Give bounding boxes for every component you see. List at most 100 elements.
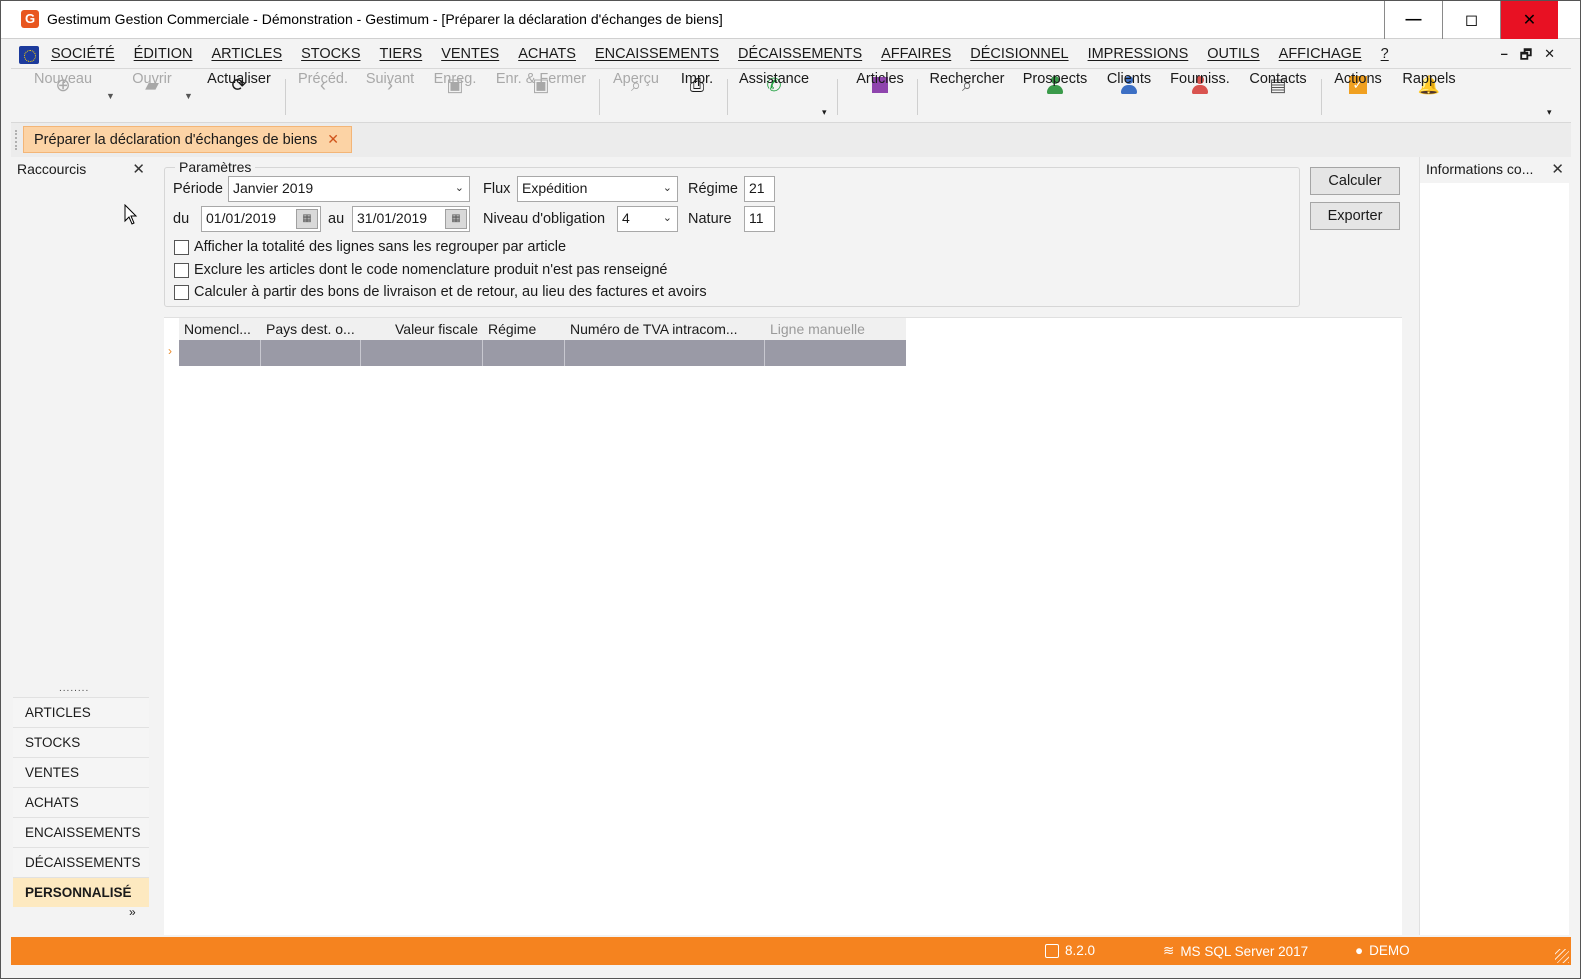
calculer-bons-checkbox[interactable]: [174, 285, 189, 300]
menu-bar: SOCIÉTÉ ÉDITION ARTICLES STOCKS TIERS VE…: [11, 41, 1571, 69]
eu-flag-icon[interactable]: [19, 46, 39, 64]
database-icon: ≋: [1163, 943, 1175, 958]
calendar-icon[interactable]: ▦: [296, 209, 318, 229]
prospects-button[interactable]: Prospects: [1022, 71, 1088, 123]
menu-affichage[interactable]: AFFICHAGE: [1279, 46, 1362, 62]
window-title: Gestimum Gestion Commerciale - Démonstra…: [47, 11, 723, 27]
niveau-obligation-select[interactable]: 4 ⌄: [617, 206, 678, 232]
menu-edition[interactable]: ÉDITION: [134, 46, 193, 62]
nouveau-button[interactable]: ⊕ Nouveau: [31, 71, 95, 123]
results-grid: Nomencl... Pays dest. o... Valeur fiscal…: [164, 317, 1402, 935]
clients-button[interactable]: Clients: [1105, 71, 1153, 123]
menu-tiers[interactable]: TIERS: [379, 46, 422, 62]
nav-item-ventes[interactable]: VENTES: [13, 757, 149, 787]
menu-stocks[interactable]: STOCKS: [301, 46, 360, 62]
imprimer-button[interactable]: ⎙ Impr.: [677, 71, 717, 123]
nouveau-dropdown-icon[interactable]: ▼: [106, 91, 115, 101]
column-header-valeur-fiscale[interactable]: Valeur fiscale: [361, 318, 483, 340]
date-fin-input[interactable]: 31/01/2019 ▦: [352, 206, 470, 232]
menu-help[interactable]: ?: [1381, 46, 1389, 62]
nav-item-achats[interactable]: ACHATS: [13, 787, 149, 817]
toolbar-overflow-icon[interactable]: ▾: [822, 107, 827, 118]
column-header-tva[interactable]: Numéro de TVA intracom...: [565, 318, 765, 340]
user-icon: ●: [1355, 943, 1364, 958]
toolbar-separator: [1321, 79, 1322, 115]
grid-cell[interactable]: [261, 340, 361, 366]
calculer-button[interactable]: Calculer: [1310, 167, 1400, 195]
column-header-ligne-manuelle[interactable]: Ligne manuelle: [765, 318, 906, 340]
table-row[interactable]: [179, 340, 906, 366]
column-header-pays[interactable]: Pays dest. o...: [261, 318, 361, 340]
fournisseurs-button[interactable]: Fourniss.: [1169, 71, 1231, 123]
menu-affaires[interactable]: AFFAIRES: [881, 46, 951, 62]
rechercher-button[interactable]: ⌕ Rechercher: [929, 71, 1005, 123]
flux-value: Expédition: [522, 180, 588, 196]
tab-close-icon[interactable]: ✕: [327, 131, 339, 148]
info-panel-close-icon[interactable]: ✕: [1551, 160, 1564, 178]
menu-outils[interactable]: OUTILS: [1207, 46, 1259, 62]
panel-splitter[interactable]: ........: [59, 683, 89, 694]
menu-decisionnel[interactable]: DÉCISIONNEL: [970, 46, 1068, 62]
grid-cell[interactable]: [765, 340, 906, 366]
menu-encaissements[interactable]: ENCAISSEMENTS: [595, 46, 719, 62]
nav-item-encaissements[interactable]: ENCAISSEMENTS: [13, 817, 149, 847]
enregistrer-fermer-button[interactable]: ▣ Enr. & Fermer: [495, 71, 587, 123]
tab-declaration-echanges[interactable]: Préparer la déclaration d'échanges de bi…: [23, 126, 353, 153]
nature-label: Nature: [688, 211, 732, 227]
toolbar-overflow-right-icon[interactable]: ▾: [1547, 107, 1552, 118]
flux-select[interactable]: Expédition ⌄: [517, 176, 678, 202]
grid-cell[interactable]: [361, 340, 483, 366]
precedent-button[interactable]: ‹ Précéd.: [297, 71, 349, 123]
menu-impressions[interactable]: IMPRESSIONS: [1088, 46, 1189, 62]
maximize-button[interactable]: ◻: [1442, 1, 1500, 39]
nav-more-icon[interactable]: »: [129, 905, 136, 919]
server-status: ≋ MS SQL Server 2017: [1163, 943, 1308, 959]
actions-button[interactable]: ✓ Actions: [1331, 71, 1385, 123]
menu-decaissements[interactable]: DÉCAISSEMENTS: [738, 46, 862, 62]
mdi-close-button[interactable]: ✕: [1544, 46, 1555, 68]
enregistrer-button[interactable]: ▣ Enreg.: [433, 71, 477, 123]
shortcuts-close-icon[interactable]: ✕: [132, 160, 145, 178]
ouvrir-button[interactable]: ▰ Ouvrir: [127, 71, 177, 123]
articles-button[interactable]: Articles: [854, 71, 906, 123]
menu-societe[interactable]: SOCIÉTÉ: [51, 46, 115, 62]
nav-item-stocks[interactable]: STOCKS: [13, 727, 149, 757]
afficher-totalite-checkbox[interactable]: [174, 240, 189, 255]
user-text: DEMO: [1369, 943, 1410, 958]
parameters-group: Paramètres Période Janvier 2019 ⌄ du 01/…: [164, 159, 1300, 307]
menu-achats[interactable]: ACHATS: [518, 46, 576, 62]
calendar-icon[interactable]: ▦: [445, 209, 467, 229]
row-indicator-icon: ›: [168, 344, 172, 358]
column-header-nomenclature[interactable]: Nomencl...: [179, 318, 261, 340]
mdi-minimize-button[interactable]: –: [1501, 46, 1508, 68]
grid-cell[interactable]: [179, 340, 261, 366]
column-header-regime[interactable]: Régime: [483, 318, 565, 340]
regime-input[interactable]: 21: [744, 176, 775, 202]
app-window: G Gestimum Gestion Commerciale - Démonst…: [0, 0, 1581, 979]
nav-item-personnalise[interactable]: PERSONNALISÉ: [13, 877, 149, 907]
menu-ventes[interactable]: VENTES: [441, 46, 499, 62]
exporter-button[interactable]: Exporter: [1310, 202, 1400, 230]
apercu-button[interactable]: ⌕ Aperçu: [611, 71, 661, 123]
date-debut-input[interactable]: 01/01/2019 ▦: [201, 206, 321, 232]
actualiser-button[interactable]: ⟳ Actualiser: [207, 71, 271, 123]
resize-grip-icon[interactable]: [1555, 949, 1569, 963]
close-button[interactable]: ✕: [1500, 1, 1558, 39]
suivant-button[interactable]: › Suivant: [365, 71, 415, 123]
assistance-button[interactable]: ✆ Assistance: [737, 71, 811, 123]
nature-input[interactable]: 11: [744, 206, 775, 232]
mdi-restore-button[interactable]: 🗗: [1520, 46, 1532, 68]
nav-item-decaissements[interactable]: DÉCAISSEMENTS: [13, 847, 149, 877]
contacts-button[interactable]: ▤ Contacts: [1247, 71, 1309, 123]
menu-articles[interactable]: ARTICLES: [211, 46, 282, 62]
grid-cell[interactable]: [483, 340, 565, 366]
rappels-button[interactable]: 🔔 Rappels: [1401, 71, 1457, 123]
periode-select[interactable]: Janvier 2019 ⌄: [228, 176, 470, 202]
grid-cell[interactable]: [565, 340, 765, 366]
exclure-articles-checkbox[interactable]: [174, 263, 189, 278]
server-text: MS SQL Server 2017: [1180, 943, 1309, 959]
nav-item-articles[interactable]: ARTICLES: [13, 697, 149, 727]
ouvrir-dropdown-icon[interactable]: ▼: [184, 91, 193, 101]
minimize-button[interactable]: —: [1384, 1, 1442, 39]
calculer-bons-label: Calculer à partir des bons de livraison …: [194, 284, 707, 300]
